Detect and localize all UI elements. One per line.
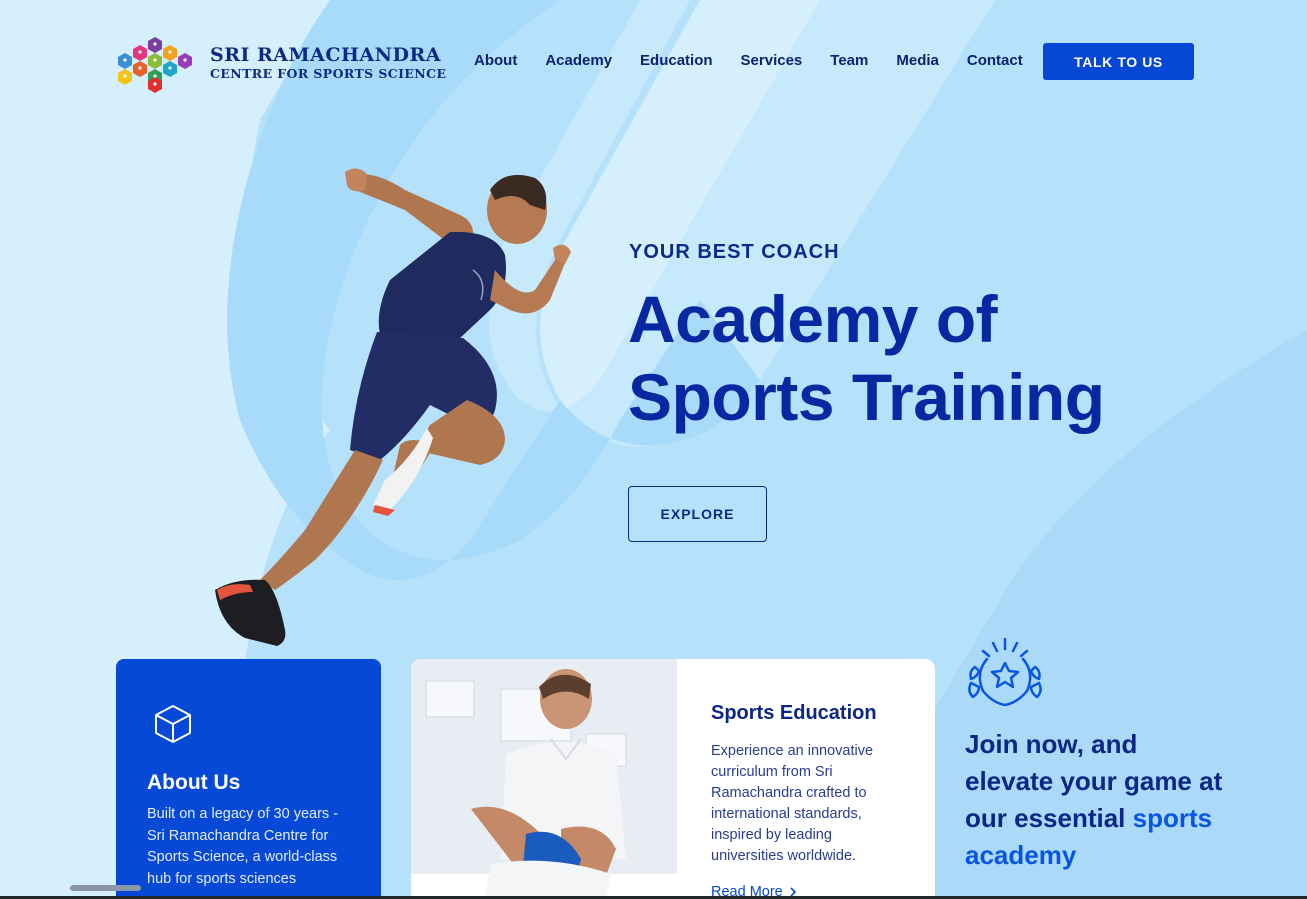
main-nav: About Academy Education Services Team Me… — [474, 52, 1051, 69]
join-tagline: Join now, and elevate your game at our e… — [965, 726, 1225, 874]
horizontal-scrollbar-thumb[interactable] — [70, 885, 141, 891]
hero-title-line1: Academy of — [628, 282, 998, 356]
nav-education[interactable]: Education — [640, 52, 713, 69]
about-us-description: Built on a legacy of 30 years - Sri Rama… — [147, 806, 339, 887]
nav-services[interactable]: Services — [741, 52, 803, 69]
sports-education-card[interactable]: Sports Education Experience an innovativ… — [411, 659, 935, 899]
join-section: Join now, and elevate your game at our e… — [965, 637, 1222, 870]
sports-education-title: Sports Education — [711, 702, 877, 724]
nav-media[interactable]: Media — [896, 52, 939, 69]
nav-team[interactable]: Team — [830, 52, 868, 69]
site-logo[interactable]: SRI RAMACHANDRA CENTRE FOR SPORTS SCIENC… — [112, 35, 446, 93]
about-us-title: About Us — [147, 771, 241, 794]
nav-about[interactable]: About — [474, 52, 517, 69]
physiotherapist-photo — [411, 659, 677, 899]
laurel-star-icon — [968, 637, 1042, 707]
hero-title: Academy of Sports Training — [628, 280, 1188, 436]
hero-title-line2: Sports Training — [628, 360, 1105, 434]
brand-name-line2: CENTRE FOR SPORTS SCIENCE — [210, 66, 447, 82]
hexagon-cluster-sports-logo-icon — [118, 37, 192, 93]
brand-name: SRI RAMACHANDRA CENTRE FOR SPORTS SCIENC… — [210, 45, 446, 82]
sports-education-description: Experience an innovative curriculum from… — [711, 743, 874, 864]
explore-button[interactable]: EXPLORE — [628, 486, 767, 542]
talk-to-us-button[interactable]: TALK TO US — [1043, 43, 1194, 80]
nav-contact[interactable]: Contact — [967, 52, 1023, 69]
nav-academy[interactable]: Academy — [545, 52, 612, 69]
about-us-card[interactable]: About Us Built on a legacy of 30 years -… — [116, 659, 381, 899]
cube-icon — [155, 705, 191, 743]
brand-name-line1: SRI RAMACHANDRA — [210, 44, 442, 67]
sprinter-image — [215, 168, 571, 646]
hero-eyebrow: YOUR BEST COACH — [629, 241, 840, 263]
